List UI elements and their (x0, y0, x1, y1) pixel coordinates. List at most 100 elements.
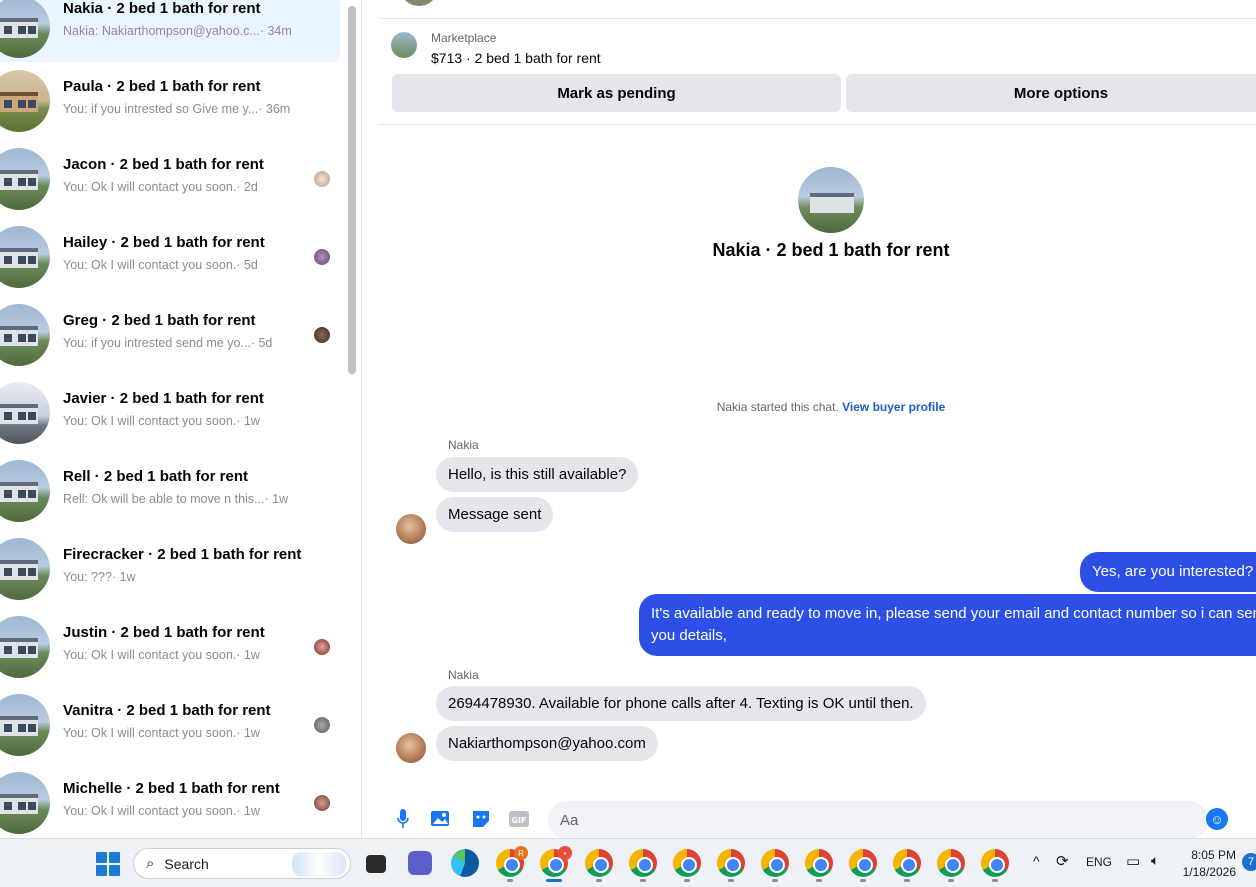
conversation-item[interactable]: Javier · 2 bed 1 bath for rent You: Ok I… (0, 378, 340, 448)
sender-name: Nakia (448, 668, 479, 682)
conversation-title: Rell · 2 bed 1 bath for rent (63, 468, 249, 485)
gif-icon[interactable]: GIF (508, 808, 530, 830)
sync-icon[interactable]: ⟳ (1056, 852, 1069, 870)
chrome-icon[interactable] (849, 849, 877, 877)
conversation-preview: Rell: Ok will be able to move n this... (63, 492, 265, 506)
task-view-icon[interactable] (366, 855, 386, 873)
search-label: Search (164, 855, 209, 872)
chrome-icon[interactable] (673, 849, 701, 877)
clock[interactable]: 8:05 PM 1/18/2026 (1178, 847, 1236, 881)
notification-badge[interactable]: 7 (1242, 853, 1256, 871)
volume-icon[interactable]: 🔈︎ (1151, 852, 1159, 869)
message-input[interactable] (548, 801, 1208, 839)
read-receipt-avatar (314, 717, 330, 733)
conversation-preview: You: if you intrested send me yo... (63, 336, 251, 350)
listing-thumbnail (0, 382, 50, 444)
conversation-time: · 2d (236, 180, 258, 194)
message-bubble-incoming[interactable]: Nakiarthompson@yahoo.com (436, 726, 658, 761)
conversation-item[interactable]: Nakia · 2 bed 1 bath for rent Nakia: Nak… (0, 0, 340, 62)
listing-icon[interactable] (391, 32, 417, 58)
listing-title[interactable]: $713 · 2 bed 1 bath for rent (431, 50, 601, 66)
clock-time: 8:05 PM (1191, 848, 1236, 862)
conversation-item[interactable]: Michelle · 2 bed 1 bath for rent You: Ok… (0, 768, 340, 838)
sender-name: Nakia (448, 438, 479, 452)
message-bubble-incoming[interactable]: Message sent (436, 497, 554, 532)
listing-thumbnail (0, 226, 50, 288)
conversation-item[interactable]: Rell · 2 bed 1 bath for rent Rell: Ok wi… (0, 456, 340, 526)
more-options-button[interactable]: More options (846, 74, 1256, 112)
edge-icon[interactable] (451, 849, 479, 877)
taskbar-search[interactable]: ⌕ Search (133, 848, 351, 879)
chrome-icon[interactable] (717, 849, 745, 877)
message-bubble-incoming[interactable]: Hello, is this still available? (436, 457, 639, 492)
conversation-heading: Nakia · 2 bed 1 bath for rent (712, 240, 950, 260)
conversation-item[interactable]: Vanitra · 2 bed 1 bath for rent You: Ok … (0, 690, 340, 760)
chrome-icon[interactable] (893, 849, 921, 877)
conversation-item[interactable]: Justin · 2 bed 1 bath for rent You: Ok I… (0, 612, 340, 682)
conversation-title: Justin · 2 bed 1 bath for rent (63, 624, 265, 641)
microphone-icon[interactable] (392, 808, 414, 830)
conversation-time: · 1w (236, 648, 260, 662)
sender-avatar[interactable] (396, 514, 426, 544)
marketplace-label: Marketplace (431, 31, 497, 45)
chrome-icon[interactable]: • (540, 846, 572, 877)
listing-thumbnail (0, 616, 50, 678)
read-receipt-avatar (314, 795, 330, 811)
language-indicator[interactable]: ENG (1086, 855, 1112, 869)
emoji-icon[interactable]: ☺ (1206, 808, 1228, 830)
listing-thumbnail (0, 70, 50, 132)
conversation-list: Nakia · 2 bed 1 bath for rent Nakia: Nak… (0, 0, 362, 838)
network-icon[interactable]: ▭ (1126, 852, 1140, 870)
conversation-item[interactable]: Hailey · 2 bed 1 bath for rent You: Ok I… (0, 222, 340, 292)
conversation-item[interactable]: Firecracker · 2 bed 1 bath for rent You:… (0, 534, 340, 604)
header-avatar (402, 0, 436, 6)
chrome-icon[interactable] (981, 849, 1009, 877)
chrome-icon[interactable] (805, 849, 833, 877)
conversation-time: · 1w (264, 492, 289, 506)
conversation-preview: You: Ok I will contact you soon. (63, 648, 237, 662)
conversation-time: · 5d (250, 336, 273, 350)
listing-thumbnail (0, 304, 50, 366)
conversation-title: Jacon · 2 bed 1 bath for rent (63, 156, 264, 173)
read-receipt-avatar (314, 327, 330, 343)
chrome-icon[interactable] (937, 849, 965, 877)
conversation-title: Paula · 2 bed 1 bath for rent (63, 78, 261, 95)
message-bubble-outgoing[interactable]: It's available and ready to move in, ple… (639, 594, 1256, 656)
conversation-avatar (798, 167, 864, 233)
chat-panel: Marketplace $713 · 2 bed 1 bath for rent… (378, 0, 1256, 839)
view-buyer-profile-link[interactable]: View buyer profile (842, 400, 945, 414)
teams-icon[interactable] (408, 851, 432, 875)
conversation-title: Firecracker · 2 bed 1 bath for rent (63, 546, 302, 563)
message-bubble-outgoing[interactable]: Yes, are you interested? (1080, 552, 1256, 592)
conversation-preview: You: Ok I will contact you soon. (63, 804, 237, 818)
conversation-time: · 5d (236, 258, 258, 272)
conversation-item[interactable]: Greg · 2 bed 1 bath for rent You: if you… (0, 300, 340, 370)
conversation-item[interactable]: Jacon · 2 bed 1 bath for rent You: Ok I … (0, 144, 340, 214)
listing-thumbnail (0, 538, 50, 600)
conversation-time: · 1w (111, 570, 136, 584)
mark-as-pending-button[interactable]: Mark as pending (392, 74, 841, 112)
sender-avatar[interactable] (396, 733, 426, 763)
conversation-time: · 1w (236, 804, 260, 818)
conversation-title: Greg · 2 bed 1 bath for rent (63, 312, 256, 329)
chrome-icon[interactable] (585, 849, 613, 877)
chrome-icon[interactable] (629, 849, 657, 877)
chrome-icon[interactable]: R (496, 846, 528, 877)
read-receipt-avatar (314, 249, 330, 265)
conversation-title: Vanitra · 2 bed 1 bath for rent (63, 702, 271, 719)
listing-thumbnail (0, 460, 50, 522)
conversation-title: Javier · 2 bed 1 bath for rent (63, 390, 264, 407)
message-bubble-incoming[interactable]: 2694478930. Available for phone calls af… (436, 686, 926, 721)
conversation-title: Michelle · 2 bed 1 bath for rent (63, 780, 280, 797)
image-icon[interactable] (430, 808, 452, 830)
divider (378, 124, 1256, 125)
conversation-preview: You: ??? (63, 570, 112, 584)
sticker-icon[interactable] (470, 808, 492, 830)
conversation-time: · 1w (236, 726, 260, 740)
chevron-up-icon[interactable]: ^ (1033, 853, 1040, 869)
conversation-item[interactable]: Paula · 2 bed 1 bath for rent You: if yo… (0, 66, 340, 136)
chrome-icon[interactable] (761, 849, 789, 877)
windows-start-button[interactable] (96, 852, 120, 876)
sidebar-scrollbar[interactable] (348, 6, 356, 374)
conversation-title: Nakia · 2 bed 1 bath for rent (63, 0, 261, 17)
